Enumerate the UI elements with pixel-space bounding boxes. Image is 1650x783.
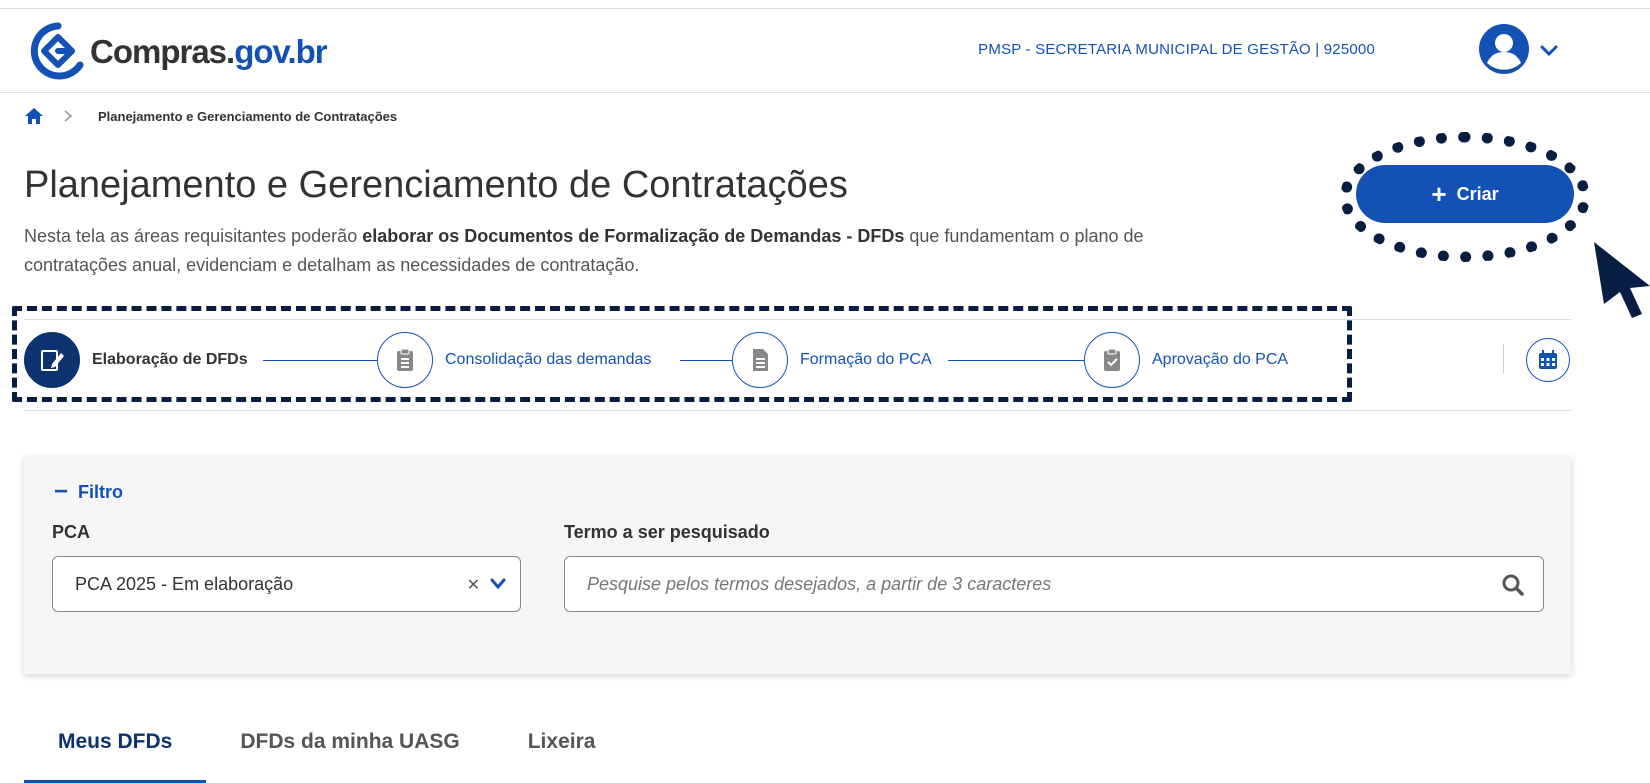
- logo[interactable]: Compras.gov.br: [28, 19, 328, 85]
- pca-label: PCA: [52, 522, 91, 542]
- pointer-arrow-icon: [1594, 242, 1650, 318]
- calendar-button[interactable]: [1526, 338, 1570, 382]
- user-avatar-icon[interactable]: [1478, 23, 1530, 75]
- page-title: Planejamento e Gerenciamento de Contrata…: [24, 164, 848, 206]
- tabs: Meus DFDs DFDs da minha UASG Lixeira: [24, 716, 629, 783]
- tab-lixeira[interactable]: Lixeira: [494, 716, 630, 783]
- plus-icon: +: [1431, 179, 1447, 209]
- search-label: Termo a ser pesquisado: [564, 522, 770, 542]
- create-button[interactable]: + Criar: [1356, 165, 1574, 223]
- organization-name: PMSP - SECRETARIA MUNICIPAL DE GESTÃO | …: [978, 41, 1375, 58]
- chevron-right-icon: [64, 110, 73, 122]
- clear-icon[interactable]: ✕: [467, 575, 480, 595]
- breadcrumb-current: Planejamento e Gerenciamento de Contrata…: [98, 108, 398, 124]
- calendar-divider: [1503, 344, 1504, 374]
- pca-select[interactable]: PCA 2025 - Em elaboração ✕: [52, 556, 521, 612]
- chevron-down-icon[interactable]: [490, 578, 506, 590]
- chevron-down-icon[interactable]: [1540, 45, 1558, 57]
- page-description: Nesta tela as áreas requisitantes poderã…: [24, 226, 1144, 275]
- filter-toggle[interactable]: − Filtro: [54, 480, 123, 504]
- calendar-icon: [1539, 350, 1557, 369]
- compras-logo-icon: [30, 22, 84, 80]
- filter-panel: − Filtro PCA Termo a ser pesquisado PCA …: [24, 456, 1571, 674]
- pca-select-value: PCA 2025 - Em elaboração: [75, 573, 294, 594]
- search-icon[interactable]: [1502, 574, 1524, 596]
- home-icon[interactable]: [24, 107, 44, 125]
- header: Compras.gov.br PMSP - SECRETARIA MUNICIP…: [0, 9, 1650, 93]
- create-button-highlight: + Criar: [1340, 132, 1590, 262]
- tab-dfds-uasg[interactable]: DFDs da minha UASG: [206, 716, 493, 783]
- minus-icon: −: [54, 478, 69, 505]
- stepper-highlight: [12, 306, 1352, 402]
- search-input[interactable]: [564, 556, 1544, 612]
- logo-text: Compras.gov.br: [90, 33, 328, 70]
- stepper-bottom-divider: [24, 410, 1571, 411]
- tab-meus-dfds[interactable]: Meus DFDs: [24, 716, 207, 783]
- breadcrumb: Planejamento e Gerenciamento de Contrata…: [24, 106, 397, 126]
